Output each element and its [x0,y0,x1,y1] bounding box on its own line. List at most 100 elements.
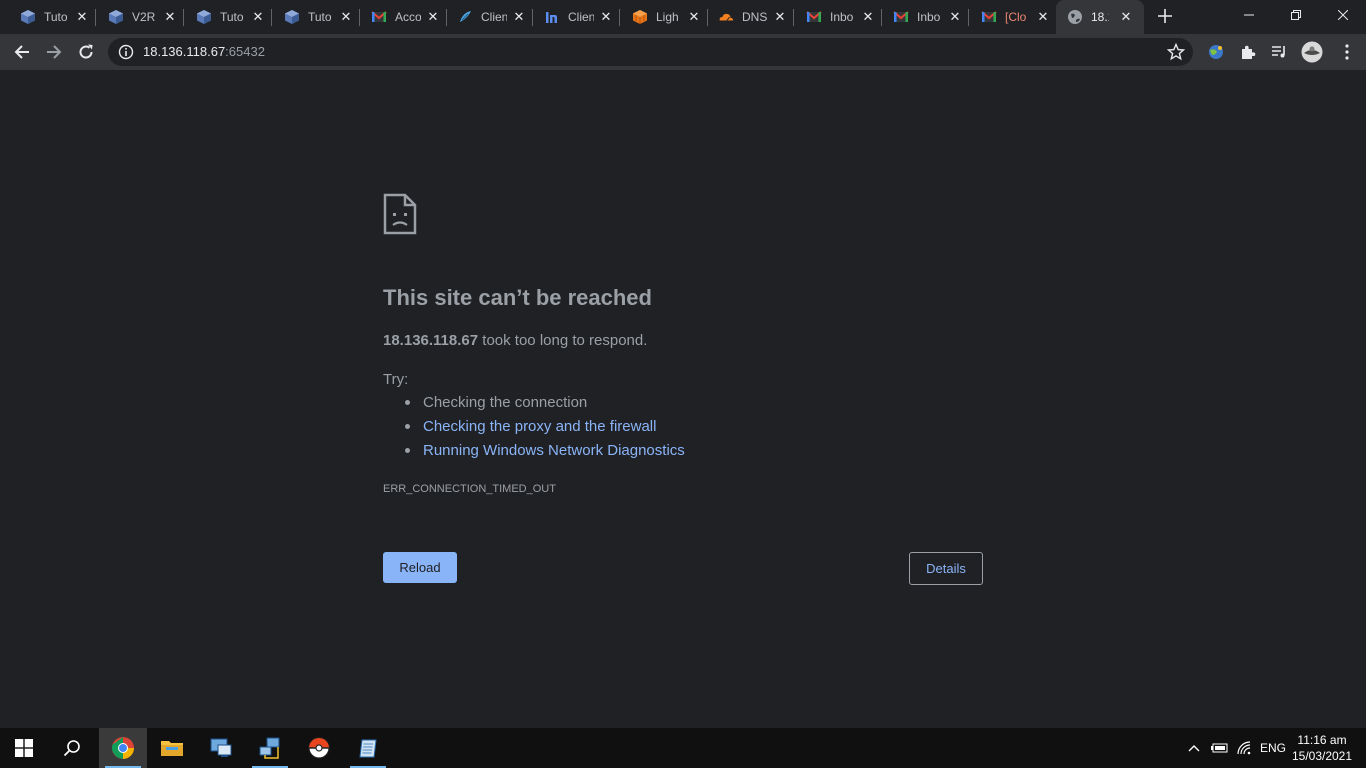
reload-button[interactable]: Reload [383,552,457,583]
in-logo-icon [544,9,560,25]
bullet [405,399,410,405]
taskbar-notepad[interactable] [344,728,392,768]
refresh-icon [79,44,93,59]
profile-button[interactable] [1298,38,1326,66]
info-icon[interactable] [118,44,134,60]
gmail-icon [806,9,822,25]
close-window-button[interactable] [1319,0,1366,30]
flow-feather-icon [457,9,473,25]
reload-toolbar-button[interactable] [72,38,100,66]
system-clock[interactable]: 11:16 am 15/03/2021 [1291,732,1353,764]
error-host: 18.136.118.67 [383,332,479,349]
back-button[interactable] [8,38,36,66]
taskbar-pokeball-app[interactable] [295,728,343,768]
network-indicator[interactable] [1234,728,1256,768]
minimize-button[interactable] [1225,0,1272,30]
proxy-firewall-link[interactable]: Checking the proxy and the firewall [423,418,656,435]
taskbar-chrome[interactable] [99,728,147,768]
suggestion-item: Running Windows Network Diagnostics [405,442,685,459]
pokeball-icon [308,737,330,759]
vbox-cube-icon [108,9,124,25]
browser-tab[interactable]: V2R ✕ [88,0,184,34]
close-tab-icon[interactable]: ✕ [1118,9,1134,25]
browser-tab[interactable]: Clien ✕ [524,0,620,34]
error-page: This site can’t be reached 18.136.118.67… [0,70,1366,728]
address-bar[interactable]: 18.136.118.67:65432 [108,38,1193,66]
bullet [405,447,410,453]
suggestion-item: Checking the connection [405,394,587,411]
suggestion-item: Checking the proxy and the firewall [405,418,656,435]
tab-strip: Tuto ✕ V2R ✕ Tuto ✕ Tuto ✕ Acco ✕ Clien … [0,0,1366,34]
browser-tab[interactable]: Tuto ✕ [264,0,360,34]
restore-icon [1290,10,1301,20]
show-hidden-icons-button[interactable] [1184,728,1204,768]
extension-button[interactable] [1202,38,1230,66]
network-computers-icon [259,737,280,759]
error-title: This site can’t be reached [383,285,652,310]
url-port: :65432 [225,44,265,59]
browser-tab[interactable]: Inbo ✕ [873,0,969,34]
battery-indicator[interactable] [1208,728,1230,768]
error-description: 18.136.118.67 took too long to respond. [383,332,647,349]
bookmark-star-icon[interactable] [1167,43,1185,61]
restore-button[interactable] [1272,0,1319,30]
media-control-button[interactable] [1265,38,1293,66]
search-icon [63,740,80,757]
tab-title: V2R [132,10,156,24]
error-code: ERR_CONNECTION_TIMED_OUT [383,483,556,495]
chrome-icon [111,737,134,759]
puzzle-icon [1242,45,1256,59]
vbox-cube-icon [196,9,212,25]
vbox-cube-icon [20,9,36,25]
tab-title: DNS [742,10,768,24]
gmail-icon [981,9,997,25]
tab-title: Inbo [917,10,941,24]
chevron-up-icon [1188,745,1200,752]
tab-title: Tuto [44,10,68,24]
tab-title: Inbo [830,10,854,24]
suggestion-text: Checking the connection [423,394,588,411]
window-controls [1225,0,1366,30]
windows-logo-icon [15,739,33,757]
taskbar-remote-desktop[interactable] [197,728,245,768]
arrow-left-icon [14,45,29,59]
plus-icon [1158,9,1172,23]
globe-icon [1067,9,1083,25]
new-tab-button[interactable] [1154,6,1176,28]
browser-tab[interactable]: Tuto ✕ [176,0,272,34]
tab-title: Clien [568,10,594,24]
browser-tab[interactable]: [Clo ✕ [961,0,1057,34]
browser-tab[interactable]: Ligh ✕ [612,0,708,34]
url-text[interactable]: 18.136.118.67:65432 [143,45,265,59]
tab-title: Clien [481,10,507,24]
arrow-right-icon [47,45,62,59]
browser-tab[interactable]: Clien ✕ [437,0,533,34]
close-tab-icon[interactable]: ✕ [1035,9,1051,25]
details-button[interactable]: Details [909,552,983,585]
language-indicator[interactable]: ENG [1258,728,1288,768]
orange-cube-icon [632,9,648,25]
browser-tab-active[interactable]: 18.1 ✕ [1056,0,1144,34]
menu-button[interactable] [1333,38,1361,66]
extensions-button[interactable] [1234,38,1262,66]
folder-icon [161,741,183,756]
browser-tab[interactable]: Inbo ✕ [786,0,882,34]
extension-globe-icon [1209,45,1223,59]
url-host: 18.136.118.67 [143,44,226,59]
remote-desktop-icon [210,738,232,757]
tab-title: Tuto [308,10,332,24]
error-description-rest: took too long to respond. [478,332,648,349]
network-diagnostics-link[interactable]: Running Windows Network Diagnostics [423,442,685,459]
try-label: Try: [383,371,409,388]
forward-button[interactable] [40,38,68,66]
browser-tab[interactable]: DNS ✕ [698,0,794,34]
taskbar-network-app[interactable] [246,728,294,768]
bullet [405,423,410,429]
browser-tab[interactable]: Acco ✕ [351,0,447,34]
taskbar: ENG 11:16 am 15/03/2021 [0,728,1366,768]
search-button[interactable] [48,728,96,768]
gmail-icon [893,9,909,25]
browser-tab[interactable]: Tuto ✕ [0,0,96,34]
taskbar-file-explorer[interactable] [148,728,196,768]
start-button[interactable] [0,728,48,768]
